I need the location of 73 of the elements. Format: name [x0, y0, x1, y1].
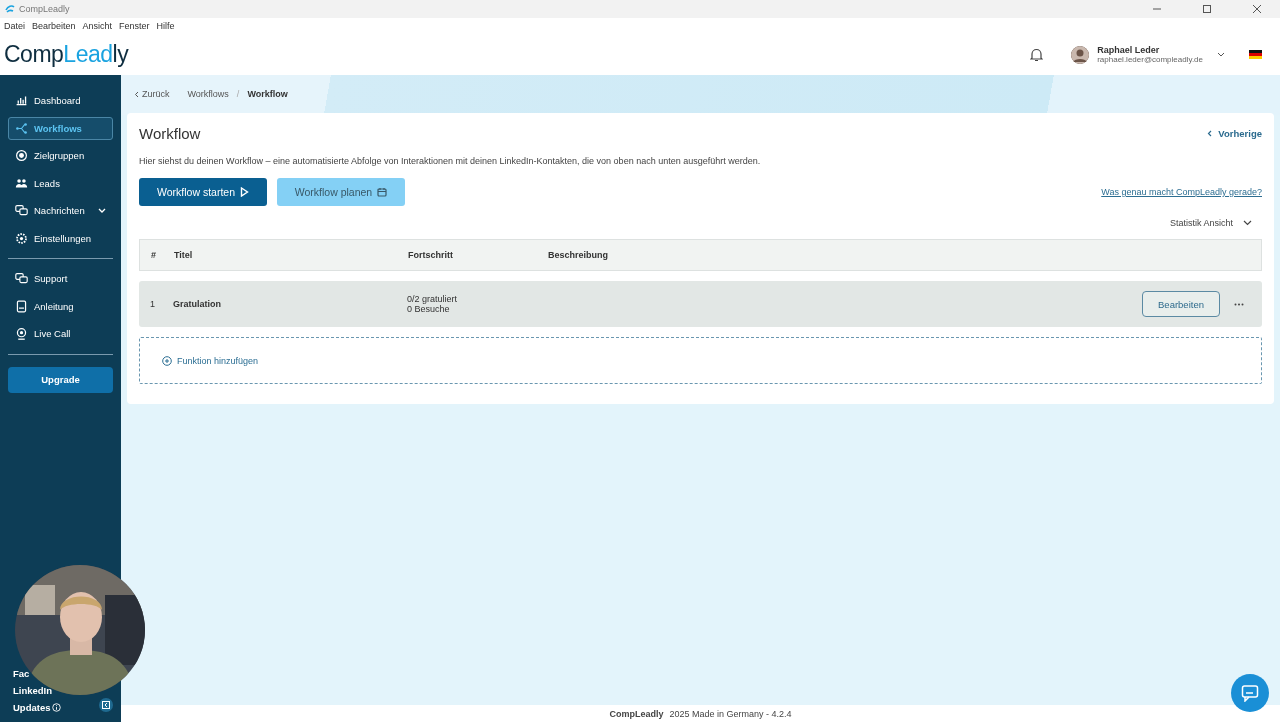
people-icon: [15, 176, 28, 190]
calendar-icon: [377, 187, 388, 197]
description: Hier siehst du deinen Workflow – eine automatisierte Abfolge von Interaktionen mit deinen LinkedIn-Kontakten, die von oben nach unten ausgeführt werden.: [139, 156, 762, 166]
view-dropdown[interactable]: Statistik Ansicht: [1169, 218, 1252, 228]
page-title: Workflow: [139, 125, 201, 142]
start-button[interactable]: Workflow starten: [139, 178, 267, 206]
chevron-left-icon: [134, 90, 139, 98]
column-header: Fortschritt: [408, 250, 453, 260]
more-icon[interactable]: [1234, 302, 1244, 306]
sidebar-item[interactable]: Anleitung: [8, 294, 113, 318]
footer-text: 2025 Made in Germany - 4.2.4: [669, 708, 792, 719]
column-header: Titel: [174, 250, 193, 260]
previous-link[interactable]: Vorherige: [1207, 128, 1262, 139]
window-title: CompLeadly: [19, 4, 70, 14]
avatar-icon[interactable]: [1071, 45, 1090, 64]
sidebar-item[interactable]: Live Call: [8, 322, 113, 345]
upgrade-button[interactable]: Upgrade: [8, 366, 113, 393]
collapse-button[interactable]: [99, 698, 113, 712]
sidebar-item[interactable]: Nachrichten: [8, 199, 113, 222]
app-icon: [5, 4, 15, 14]
menu-item[interactable]: Hilfe: [156, 21, 175, 31]
chevron-down-icon: [1243, 220, 1252, 226]
footer-brand: CompLeadly: [609, 708, 664, 719]
add-function-link[interactable]: Funktion hinzufügen: [162, 355, 259, 366]
schedule-button[interactable]: Workflow planen: [277, 178, 405, 206]
chevron-down-icon: [98, 207, 106, 214]
column-header: #: [151, 250, 156, 260]
sidebar-item[interactable]: Workflows: [8, 116, 113, 140]
sidebar-item[interactable]: Zielgruppen: [8, 144, 113, 167]
menu-item[interactable]: Fenster: [119, 21, 150, 31]
flag-icon[interactable]: [1249, 50, 1262, 59]
plus-circle-icon: [162, 355, 172, 366]
menu-item[interactable]: Datei: [4, 21, 25, 31]
breadcrumb-separator: /: [236, 89, 240, 99]
user-name: Raphael Leder: [1097, 45, 1161, 55]
row-title: Gratulation: [173, 299, 221, 309]
info-icon: [52, 703, 62, 712]
user-email: raphael.leder@compleadly.de: [1097, 55, 1203, 64]
help-link[interactable]: Was genau macht CompLeadly gerade?: [1101, 187, 1262, 197]
collapse-icon: [102, 701, 110, 709]
progress-text: 0/2 gratuliert: [407, 294, 459, 304]
chevron-down-icon[interactable]: [1217, 51, 1225, 58]
breadcrumb-item[interactable]: Workflows: [187, 89, 229, 99]
sidebar-link[interactable]: Fac: [8, 665, 30, 682]
gear-icon: [15, 231, 28, 245]
book-icon: [15, 299, 28, 313]
logo: CompLeadly: [4, 41, 129, 68]
row-index: 1: [150, 299, 155, 309]
menu-item[interactable]: Ansicht: [82, 21, 113, 31]
back-link[interactable]: Zurück: [134, 89, 170, 99]
webcam-icon: [15, 327, 28, 340]
target-icon: [15, 149, 28, 162]
bell-icon[interactable]: [1030, 47, 1044, 62]
chat-icon: [15, 272, 28, 285]
column-header: Beschreibung: [548, 250, 608, 260]
sidebar-link[interactable]: LinkedIn: [8, 682, 53, 699]
sidebar-link[interactable]: Updates: [8, 699, 62, 716]
sidebar-item[interactable]: Dashboard: [8, 89, 113, 112]
chat-icon: [15, 204, 28, 217]
chevron-left-icon: [1207, 130, 1213, 137]
play-icon: [240, 187, 249, 197]
chart-icon: [15, 94, 28, 107]
sidebar-item[interactable]: Support: [8, 267, 113, 290]
progress-text: 0 Besuche: [407, 304, 451, 314]
chat-icon: [1241, 684, 1259, 702]
edit-button[interactable]: Bearbeiten: [1142, 291, 1220, 317]
menu-item[interactable]: Bearbeiten: [32, 21, 76, 31]
close-icon[interactable]: [1253, 5, 1261, 13]
sidebar-item[interactable]: Leads: [8, 171, 113, 195]
network-icon: [15, 121, 28, 135]
breadcrumb-item: Workflow: [247, 89, 288, 99]
sidebar-item[interactable]: Einstellungen: [8, 226, 113, 250]
maximize-icon[interactable]: [1203, 5, 1211, 13]
